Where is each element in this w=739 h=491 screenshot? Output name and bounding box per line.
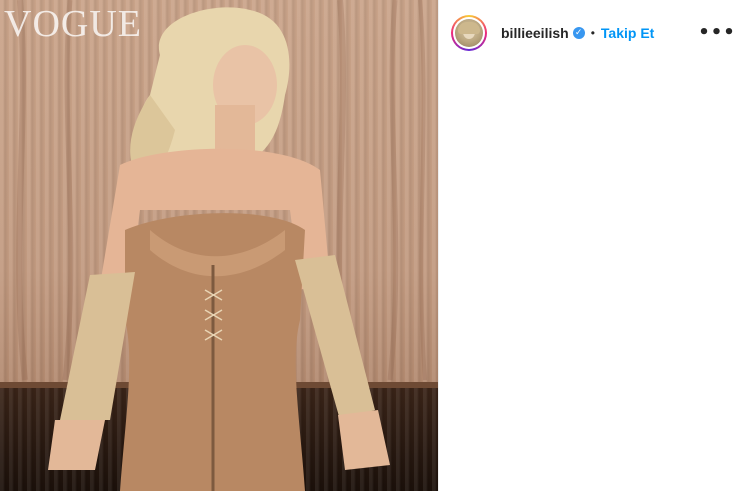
follow-button[interactable]: Takip Et: [601, 25, 654, 41]
post-photo[interactable]: VOGUE: [0, 0, 438, 491]
more-options-icon[interactable]: •••: [698, 21, 735, 45]
instagram-post: VOGUE billieeilish ✓ • Takip Et •••: [0, 0, 739, 491]
header-separator: •: [590, 25, 595, 40]
post-sidebar: billieeilish ✓ • Takip Et •••: [438, 0, 739, 491]
post-header: billieeilish ✓ • Takip Et •••: [439, 0, 739, 66]
avatar[interactable]: [455, 18, 483, 47]
story-ring[interactable]: [451, 14, 487, 51]
verified-badge-icon: ✓: [572, 26, 585, 39]
username-link[interactable]: billieeilish: [501, 25, 569, 41]
vogue-logo: VOGUE: [4, 3, 142, 45]
photo-illustration: [0, 0, 438, 491]
